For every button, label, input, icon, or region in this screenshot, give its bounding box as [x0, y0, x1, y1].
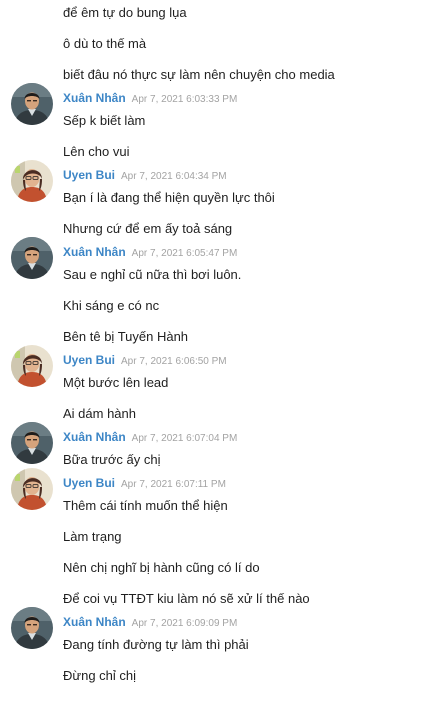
avatar-uyen-bui[interactable]	[11, 468, 53, 510]
avatar-uyen-bui[interactable]	[11, 160, 53, 202]
message-author[interactable]: Uyen Bui	[63, 353, 115, 367]
message-text: ô dù to thế mà	[63, 36, 147, 51]
avatar-xuan-nhan[interactable]	[11, 422, 53, 464]
message-author[interactable]: Uyen Bui	[63, 476, 115, 490]
message-timestamp: Apr 7, 2021 6:05:47 PM	[131, 248, 238, 259]
message-timestamp: Apr 7, 2021 6:04:34 PM	[121, 171, 227, 182]
message-timestamp: Apr 7, 2021 6:03:33 PM	[131, 94, 238, 105]
message-text: Bữa trước ấy chị	[63, 452, 161, 467]
message-text: Ai dám hành	[63, 406, 136, 421]
message-header: Uyen Bui Apr 7, 2021 6:06:50 PM	[63, 353, 227, 369]
message-text: Lên cho vui	[63, 144, 130, 159]
message-author[interactable]: Xuân Nhân	[63, 245, 126, 259]
avatar-uyen-bui[interactable]	[11, 345, 53, 387]
avatar-xuan-nhan[interactable]	[11, 607, 53, 649]
message-text: biết đâu nó thực sự làm nên chuyện cho m…	[63, 67, 335, 82]
chat-message-list: để êm tự do bung lụa ô dù to thế mà biết đ…	[0, 0, 446, 719]
message-text: Đừng chỉ chị	[63, 668, 137, 683]
message-header: Xuân Nhân Apr 7, 2021 6:05:47 PM	[63, 245, 237, 261]
message-timestamp: Apr 7, 2021 6:07:04 PM	[131, 433, 238, 444]
avatar-xuan-nhan[interactable]	[11, 83, 53, 125]
message-timestamp: Apr 7, 2021 6:09:09 PM	[131, 618, 238, 629]
message-text: Đang tính đường tự làm thì phải	[63, 637, 249, 652]
message-header: Xuân Nhân Apr 7, 2021 6:09:09 PM	[63, 615, 237, 631]
message-text: Bên tê bị Tuyến Hành	[63, 329, 189, 344]
message-text: Khi sáng e có nc	[63, 298, 160, 313]
message-text: Thêm cái tính muốn thể hiện	[63, 498, 228, 513]
message-timestamp: Apr 7, 2021 6:06:50 PM	[121, 356, 227, 367]
message-text: Nhưng cứ để em ấy toả sáng	[63, 221, 233, 236]
message-text: Bạn í là đang thể hiện quyền lực thôi	[63, 190, 275, 205]
message-text: Một bước lên lead	[63, 375, 169, 390]
message-author[interactable]: Xuân Nhân	[63, 615, 126, 629]
message-header: Uyen Bui Apr 7, 2021 6:07:11 PM	[63, 476, 226, 492]
message-text: Làm trạng	[63, 529, 122, 544]
message-text: Sếp k biết làm	[63, 113, 146, 128]
message-header: Xuân Nhân Apr 7, 2021 6:03:33 PM	[63, 91, 237, 107]
message-text: Để coi vụ TTĐT kiu làm nó sẽ xử lí thế n…	[63, 591, 310, 606]
message-author[interactable]: Xuân Nhân	[63, 430, 126, 444]
message-text: để êm tự do bung lụa	[63, 5, 187, 20]
message-text: Nên chị nghĩ bị hành cũng có lí do	[63, 560, 260, 575]
message-text: Sau e nghỉ cũ nữa thì bơi luôn.	[63, 267, 242, 282]
message-author[interactable]: Xuân Nhân	[63, 91, 126, 105]
message-author[interactable]: Uyen Bui	[63, 168, 115, 182]
message-header: Uyen Bui Apr 7, 2021 6:04:34 PM	[63, 168, 227, 184]
avatar-xuan-nhan[interactable]	[11, 237, 53, 279]
message-header: Xuân Nhân Apr 7, 2021 6:07:04 PM	[63, 430, 237, 446]
message-timestamp: Apr 7, 2021 6:07:11 PM	[121, 479, 226, 490]
